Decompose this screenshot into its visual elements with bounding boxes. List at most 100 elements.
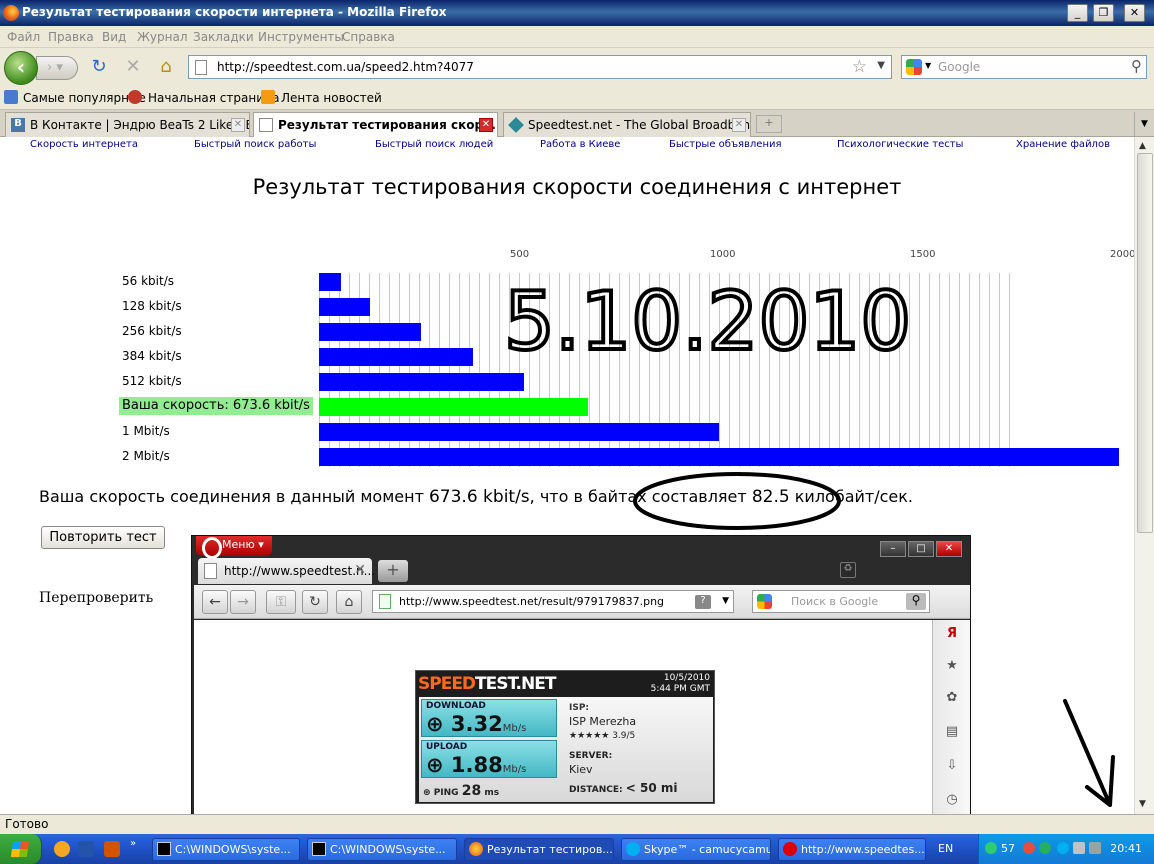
page-scrollbar[interactable]: ▲ ▼ [1134, 137, 1154, 814]
stop-icon[interactable]: ✕ [122, 56, 144, 78]
notes-icon[interactable]: ▤ [943, 724, 961, 742]
downloads-icon[interactable]: ⇩ [943, 758, 961, 776]
opera-maximize-button[interactable]: □ [908, 541, 934, 557]
menu-history[interactable]: Журнал [137, 30, 188, 44]
quicklaunch-more-icon[interactable]: » [130, 838, 136, 849]
opera-toolbar: ← → ⚿ ↻ ⌂ http://www.speedtest.net/resul… [194, 585, 970, 619]
retest-button[interactable]: Повторить тест [41, 526, 165, 549]
status-text: Готово [5, 817, 49, 831]
home-icon[interactable]: ⌂ [155, 56, 177, 78]
opera-home-button[interactable]: ⌂ [336, 590, 362, 614]
bookmark-start-page[interactable]: Начальная страница [148, 91, 280, 105]
tab-speed-result[interactable]: Результат тестирования скоро... ✕ [253, 112, 498, 138]
tray-monitor-icon[interactable] [1073, 842, 1085, 854]
link-people-search[interactable]: Быстрый поиск людей [375, 139, 493, 150]
link-file-storage[interactable]: Хранение файлов [1016, 139, 1110, 150]
key-icon[interactable]: ⚿ [266, 590, 296, 614]
history-icon[interactable]: ◷ [943, 792, 961, 810]
download-box: DOWNLOAD ⊕ 3.32Mb/s [421, 699, 557, 737]
back-button[interactable]: ‹ [4, 51, 38, 85]
menu-bookmarks[interactable]: Закладки [193, 30, 254, 44]
menu-help[interactable]: Справка [342, 30, 395, 44]
scroll-down-icon[interactable]: ▼ [1139, 799, 1146, 809]
bookmarks-icon[interactable]: ★ [943, 658, 961, 676]
opera-icon [783, 842, 797, 856]
new-tab-icon[interactable]: + [756, 115, 782, 133]
address-bar[interactable]: http://speedtest.com.ua/speed2.htm?4077 … [188, 55, 892, 79]
search-bar[interactable]: ▼ Google ⚲ [901, 55, 1147, 79]
opera-minimize-button[interactable]: – [880, 541, 906, 557]
chevron-down-icon[interactable]: ▼ [722, 596, 729, 606]
trash-icon[interactable]: ♻ [840, 562, 856, 578]
help-icon[interactable]: ? [695, 595, 711, 609]
link-internet-speed[interactable]: Скорость интернета [30, 139, 138, 150]
taskbar-item-skype[interactable]: Skype™ - camucycamu [621, 838, 771, 861]
link-kiev-jobs[interactable]: Работа в Киеве [540, 139, 620, 150]
download-arrow-icon: ⊕ [426, 712, 444, 736]
minimize-button[interactable]: _ [1067, 4, 1088, 22]
link-quick-ads[interactable]: Быстрые объявления [669, 139, 782, 150]
scroll-thumb[interactable] [1137, 153, 1153, 533]
language-indicator[interactable]: EN [938, 842, 953, 855]
opera-search-bar[interactable]: Поиск в Google ⚲ [752, 590, 930, 613]
opera-new-tab-button[interactable]: + [378, 560, 408, 582]
dropdown-arrow-icon[interactable]: ▼ [877, 60, 885, 71]
close-icon[interactable]: ✕ [479, 118, 493, 132]
tab-speedtest-net[interactable]: Speedtest.net - The Global Broadband ...… [503, 112, 751, 137]
menu-file[interactable]: Файл [7, 30, 40, 44]
opera-reload-button[interactable]: ↻ [302, 590, 328, 614]
quicklaunch-avast-icon[interactable] [54, 841, 70, 857]
opera-menu-button[interactable]: Меню ▾ [196, 536, 272, 559]
bookmark-news-feed[interactable]: Лента новостей [281, 91, 382, 105]
tray-volume-icon[interactable] [1089, 842, 1101, 854]
scroll-up-icon[interactable]: ▲ [1139, 141, 1146, 151]
tray-skype-icon[interactable] [1057, 842, 1069, 854]
opera-address-bar[interactable]: http://www.speedtest.net/result/97917983… [372, 590, 734, 613]
tray-app-icon[interactable] [1023, 842, 1035, 854]
tray-network-icon[interactable] [1039, 842, 1051, 854]
link-job-search[interactable]: Быстрый поиск работы [194, 139, 316, 150]
quicklaunch-explorer-icon[interactable] [78, 841, 94, 857]
google-icon[interactable] [757, 594, 772, 609]
page-icon [195, 60, 207, 75]
close-button[interactable]: ✕ [1124, 4, 1145, 22]
close-icon[interactable]: ✕ [354, 562, 366, 578]
link-psych-tests[interactable]: Психологические тесты [837, 139, 963, 150]
google-icon[interactable] [906, 59, 922, 75]
x-tick-label: 1500 [910, 249, 936, 260]
opera-close-button[interactable]: ✕ [936, 541, 962, 557]
quicklaunch-download-icon[interactable] [104, 841, 120, 857]
taskbar-item-firefox[interactable]: Результат тестиров... [464, 838, 614, 861]
bookmark-star-icon[interactable]: ☆ [852, 57, 867, 77]
menu-edit[interactable]: Правка [48, 30, 94, 44]
opera-forward-button[interactable]: → [230, 590, 256, 614]
start-button[interactable] [0, 834, 42, 864]
reload-icon[interactable]: ↻ [88, 56, 110, 78]
chevron-down-icon[interactable]: ▼ [925, 61, 931, 70]
search-icon[interactable]: ⚲ [1131, 57, 1142, 75]
speedtest-logo: SPEEDTEST.NET [418, 674, 556, 694]
tab-list-icon[interactable]: ▼ [1134, 112, 1154, 136]
widgets-icon[interactable]: ✿ [943, 690, 961, 708]
forward-button[interactable]: › ▾ [36, 56, 78, 80]
opera-back-button[interactable]: ← [202, 590, 228, 614]
tab-vkontakte[interactable]: B В Контакте | Эндрю BeaTs 2 Like.) Be..… [5, 112, 250, 137]
taskbar-item-opera[interactable]: http://www.speedtes... [778, 838, 926, 861]
menu-tools[interactable]: Инструменты [258, 30, 344, 44]
yandex-icon[interactable]: Я [943, 626, 961, 644]
close-icon[interactable]: ✕ [231, 118, 245, 132]
taskbar-item-cmd-1[interactable]: C:\WINDOWS\syste... [152, 838, 300, 861]
taskbar-item-cmd-2[interactable]: C:\WINDOWS\syste... [307, 838, 457, 861]
address-text: http://speedtest.com.ua/speed2.htm?4077 [217, 60, 474, 74]
menu-view[interactable]: Вид [102, 30, 126, 44]
close-icon[interactable]: ✕ [732, 118, 746, 132]
search-placeholder: Google [938, 60, 981, 74]
tray-check-icon[interactable] [985, 842, 997, 854]
category-label: 2 Mbit/s [122, 449, 170, 463]
search-icon[interactable]: ⚲ [906, 593, 926, 610]
svg-text:5.10.2010: 5.10.2010 [504, 277, 911, 357]
maximize-button[interactable]: ❐ [1093, 4, 1114, 22]
recheck-link[interactable]: Перепроверить [39, 590, 153, 606]
opera-tab[interactable]: http://www.speedtest.n... ✕ [198, 558, 375, 584]
speed-bar [319, 398, 588, 416]
